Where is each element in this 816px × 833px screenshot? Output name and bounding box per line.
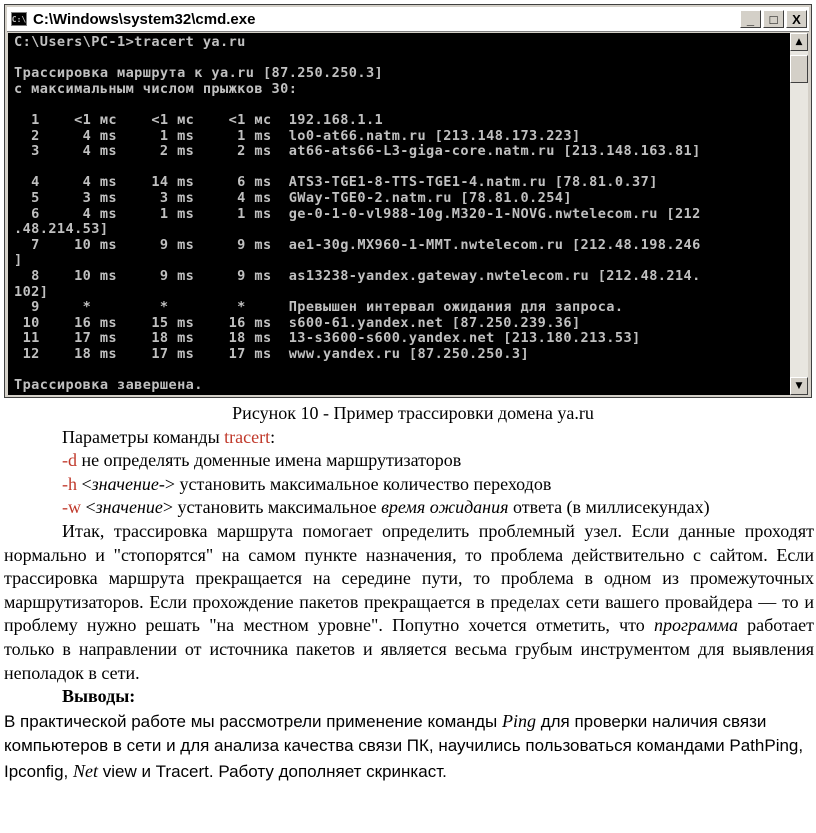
option-w-lt: < — [81, 497, 96, 518]
option-w-flag: -w — [62, 497, 81, 518]
option-h-text: установить максимальное количество перех… — [175, 473, 552, 494]
params-command: tracert — [224, 426, 271, 447]
maximize-button[interactable]: □ — [763, 10, 784, 28]
vertical-scrollbar[interactable]: ▲ ▼ — [790, 33, 808, 395]
option-w: -w <значение> установить максимальное вр… — [0, 496, 816, 520]
conclusions-title: Выводы: — [62, 686, 136, 707]
figure-caption: Рисунок 10 - Пример трассировки домена y… — [232, 403, 594, 423]
option-h: -h <значение-> установить максимальное к… — [0, 473, 816, 497]
cmd-window: C:\ C:\Windows\system32\cmd.exe _ □ X C:… — [4, 4, 812, 398]
params-heading: Параметры команды tracert: — [0, 426, 816, 450]
scroll-up-arrow-icon[interactable]: ▲ — [790, 33, 808, 51]
params-colon: : — [270, 426, 276, 447]
scroll-thumb[interactable] — [790, 55, 808, 83]
params-intro: Параметры команды — [62, 426, 225, 447]
title-bar[interactable]: C:\ C:\Windows\system32\cmd.exe _ □ X — [7, 7, 809, 32]
option-w-arg: значение — [95, 497, 163, 518]
option-w-text2: ответа (в миллисекундах) — [508, 497, 710, 518]
scroll-down-arrow-icon[interactable]: ▼ — [790, 377, 808, 395]
minimize-button[interactable]: _ — [740, 10, 761, 28]
conclusions-paragraph: В практической работе мы рассмотрели при… — [0, 709, 816, 785]
option-h-flag: -h — [62, 473, 77, 494]
option-w-gt: > — [162, 497, 174, 518]
option-d: -d не определять доменные имена маршрути… — [0, 449, 816, 473]
option-h-lt: < — [77, 473, 92, 494]
close-button[interactable]: X — [786, 10, 807, 28]
document-body: Рисунок 10 - Пример трассировки домена y… — [0, 400, 816, 784]
option-d-flag: -d — [62, 450, 77, 471]
body-text-em: программа — [653, 615, 738, 636]
window-title: C:\Windows\system32\cmd.exe — [33, 10, 256, 28]
conclusions-ping: Ping — [501, 710, 536, 731]
cmd-icon: C:\ — [11, 12, 27, 26]
conclusions-text-1: В практической работе мы рассмотрели при… — [4, 711, 502, 731]
conclusions-text-3: view и Tracert. Работу дополняет скринка… — [98, 761, 447, 781]
body-paragraph: Итак, трассировка маршрута помогает опре… — [0, 520, 816, 685]
option-h-gt: -> — [158, 473, 176, 494]
option-h-arg: значение — [91, 473, 159, 494]
conclusions-net: Net — [73, 760, 98, 781]
option-w-text1: установить максимальное — [173, 497, 382, 518]
option-d-text: не определять доменные имена маршрутизат… — [77, 450, 462, 471]
option-w-em: время ожидания — [381, 497, 509, 518]
console-text: C:\Users\PC-1>tracert ya.ru Трассировка … — [14, 34, 701, 394]
console-output[interactable]: C:\Users\PC-1>tracert ya.ru Трассировка … — [8, 33, 790, 395]
